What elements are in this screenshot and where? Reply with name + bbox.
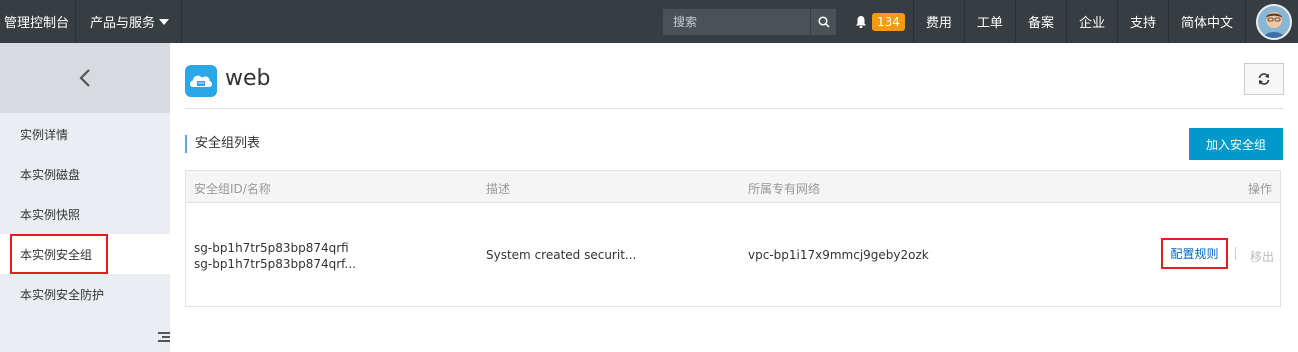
sidebar-menu: 实例详情 本实例磁盘 本实例快照 本实例安全组 本实例安全防护 — [0, 113, 170, 314]
description-cell: System created securit... — [486, 248, 637, 262]
language-selector[interactable]: 简体中文 — [1167, 0, 1245, 43]
collapse-sidebar-button[interactable] — [158, 331, 170, 343]
nav-link-tickets[interactable]: 工单 — [963, 0, 1015, 43]
bell-icon — [856, 15, 866, 28]
security-group-table: 安全组ID/名称 描述 所属专有网络 操作 sg-bp1h7tr5p83bp87… — [185, 170, 1281, 307]
console-home-link[interactable]: 管理控制台 — [0, 0, 77, 43]
refresh-icon — [1258, 73, 1270, 85]
sidebar-item-instance-details[interactable]: 实例详情 — [0, 114, 170, 154]
column-header-id-name: 安全组ID/名称 — [194, 182, 271, 196]
nav-link-enterprise[interactable]: 企业 — [1065, 0, 1117, 43]
highlight-box — [10, 234, 108, 274]
refresh-button[interactable] — [1244, 63, 1284, 95]
security-group-id: sg-bp1h7tr5p83bp874qrfi — [194, 241, 349, 255]
notifications-button[interactable]: 134 — [836, 0, 913, 43]
security-group-name: sg-bp1h7tr5p83bp874qrf... — [194, 257, 356, 271]
add-security-group-button[interactable]: 加入安全组 — [1189, 128, 1283, 160]
products-services-label: 产品与服务 — [90, 16, 156, 31]
nav-link-fees[interactable]: 费用 — [912, 0, 964, 43]
avatar — [1256, 3, 1292, 40]
cloud-server-icon — [185, 65, 217, 97]
vpc-cell: vpc-bp1i17x9mmcj9geby2ozk — [748, 248, 929, 262]
search-input[interactable]: 搜索 — [663, 8, 810, 35]
nav-link-filing[interactable]: 备案 — [1014, 0, 1066, 43]
notification-count-badge: 134 — [872, 12, 905, 31]
user-menu[interactable] — [1245, 0, 1298, 43]
back-button[interactable] — [0, 43, 170, 113]
nav-link-support[interactable]: 支持 — [1116, 0, 1168, 43]
caret-down-icon — [159, 18, 170, 25]
search-button[interactable] — [810, 8, 836, 35]
table-header: 安全组ID/名称 描述 所属专有网络 操作 — [186, 171, 1280, 203]
column-header-actions: 操作 — [1247, 182, 1272, 196]
remove-link[interactable]: 移出 — [1250, 248, 1274, 265]
table-row: sg-bp1h7tr5p83bp874qrfi sg-bp1h7tr5p83bp… — [186, 203, 1280, 306]
chevron-left-icon — [79, 69, 90, 87]
column-header-description: 描述 — [486, 182, 511, 196]
search-box: 搜索 — [663, 6, 836, 37]
search-icon — [817, 15, 830, 28]
products-services-menu[interactable]: 产品与服务 — [76, 0, 183, 43]
security-group-id-cell: sg-bp1h7tr5p83bp874qrfi sg-bp1h7tr5p83bp… — [194, 240, 356, 272]
section-title: 安全组列表 — [185, 135, 260, 153]
menu-collapse-icon — [158, 332, 170, 342]
column-header-vpc: 所属专有网络 — [748, 182, 821, 196]
top-navigation-bar: 管理控制台 产品与服务 搜索 134 费用 工单 备案 企业 支持 简体中文 — [0, 0, 1298, 43]
sidebar-item-security-groups[interactable]: 本实例安全组 — [0, 234, 170, 274]
action-divider — [1235, 247, 1236, 260]
sidebar-item-label: 本实例快照 — [20, 207, 81, 222]
sidebar-item-label: 本实例磁盘 — [20, 167, 81, 182]
sidebar-item-label: 实例详情 — [20, 127, 69, 142]
sidebar-item-disks[interactable]: 本实例磁盘 — [0, 154, 170, 194]
main-content: web 安全组列表 加入安全组 安全组ID/名称 描述 所属专有网络 操作 sg… — [170, 43, 1298, 352]
sidebar-item-security-protection[interactable]: 本实例安全防护 — [0, 274, 170, 314]
page-header: web — [185, 61, 1284, 109]
configure-rules-link[interactable]: 配置规则 — [1161, 238, 1228, 269]
sidebar-item-label: 本实例安全防护 — [20, 287, 105, 302]
sidebar-item-snapshots[interactable]: 本实例快照 — [0, 194, 170, 234]
page-title: web — [225, 66, 271, 91]
sidebar: 实例详情 本实例磁盘 本实例快照 本实例安全组 本实例安全防护 — [0, 43, 170, 352]
